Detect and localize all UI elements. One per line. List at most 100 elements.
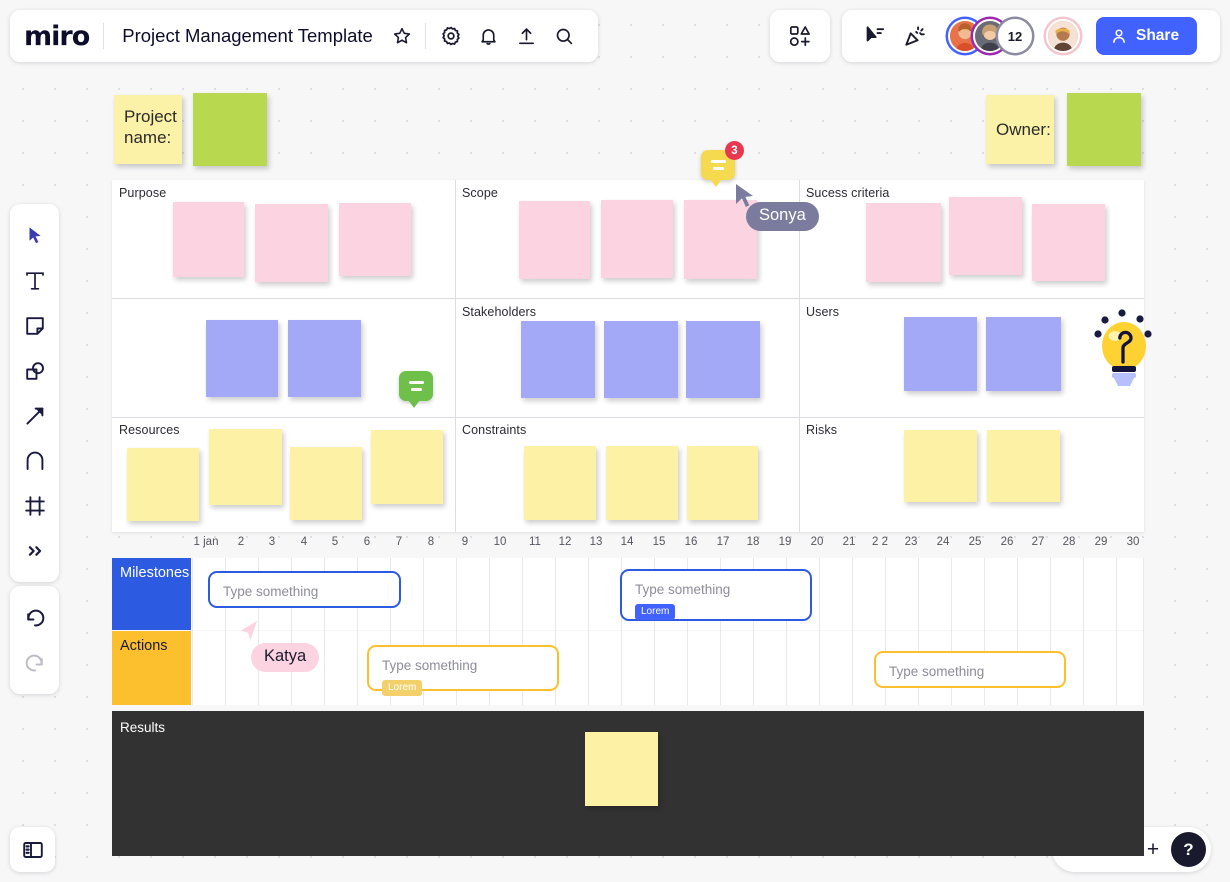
comment-line bbox=[410, 388, 422, 391]
sticky-owner-value[interactable] bbox=[1067, 93, 1141, 166]
more-tools[interactable] bbox=[14, 528, 55, 573]
row-label-text: Actions bbox=[120, 638, 168, 654]
pen-tool[interactable] bbox=[14, 438, 55, 483]
upload-icon[interactable] bbox=[508, 17, 546, 55]
sticky-note[interactable] bbox=[521, 321, 595, 398]
comment-pin-green[interactable] bbox=[399, 371, 433, 408]
divider bbox=[799, 180, 800, 298]
sticky-note[interactable] bbox=[1032, 204, 1105, 281]
cursor-label-katya: Katya bbox=[251, 643, 320, 672]
divider bbox=[112, 298, 1144, 299]
text-tool[interactable] bbox=[14, 258, 55, 303]
avatar-self[interactable] bbox=[1046, 19, 1080, 53]
shapes-tool[interactable] bbox=[14, 348, 55, 393]
divider bbox=[455, 418, 456, 532]
comment-line bbox=[710, 160, 726, 163]
card-placeholder[interactable]: Type something bbox=[382, 658, 544, 673]
cell-label-resources: Resources bbox=[119, 423, 180, 437]
sticky-note[interactable] bbox=[987, 430, 1060, 502]
sticky-note[interactable] bbox=[255, 204, 328, 282]
sticky-note[interactable] bbox=[127, 448, 199, 521]
divider bbox=[799, 418, 800, 532]
comment-line bbox=[712, 167, 724, 170]
apps-panel[interactable] bbox=[770, 10, 830, 62]
lightbulb-sticker[interactable] bbox=[1092, 308, 1160, 395]
card-tag[interactable]: Lorem bbox=[382, 680, 423, 696]
timeline-tick: 10 bbox=[493, 536, 507, 548]
sticky-project-name-value[interactable] bbox=[193, 93, 267, 166]
sticky-owner[interactable]: Owner: bbox=[986, 95, 1054, 164]
sticky-note[interactable] bbox=[604, 321, 678, 398]
party-popper-icon[interactable] bbox=[896, 17, 934, 55]
timeline-row-label-milestones[interactable]: Milestones bbox=[112, 558, 191, 630]
apps-icon[interactable] bbox=[781, 17, 819, 55]
cursor-present-icon[interactable] bbox=[856, 17, 894, 55]
select-tool[interactable] bbox=[14, 213, 55, 258]
share-label: Share bbox=[1136, 27, 1180, 44]
sticky-note[interactable] bbox=[209, 429, 282, 505]
comment-line bbox=[408, 381, 424, 384]
share-button[interactable]: Share bbox=[1096, 17, 1198, 55]
miro-logo[interactable]: miro bbox=[24, 23, 103, 50]
card-placeholder[interactable]: Type something bbox=[889, 664, 984, 679]
star-icon[interactable] bbox=[383, 17, 421, 55]
comment-count-badge: 3 bbox=[725, 141, 744, 160]
collaborator-count[interactable]: 12 bbox=[998, 19, 1032, 53]
sticky-project-name[interactable]: Project name: bbox=[114, 95, 182, 164]
divider bbox=[112, 417, 1144, 418]
sticky-note[interactable] bbox=[687, 446, 758, 520]
sticky-note[interactable] bbox=[866, 203, 941, 282]
divider bbox=[455, 299, 456, 417]
timeline-tick: 30 bbox=[1126, 536, 1140, 548]
sticky-note[interactable] bbox=[173, 202, 244, 277]
help-button[interactable]: ? bbox=[1171, 832, 1206, 867]
search-icon[interactable] bbox=[546, 17, 584, 55]
sticky-note[interactable] bbox=[606, 446, 678, 520]
cell-label-success-criteria: Sucess criteria bbox=[806, 186, 890, 200]
timeline-row-label-actions[interactable]: Actions bbox=[112, 631, 191, 705]
milestone-card-2[interactable]: Type something Lorem bbox=[620, 569, 812, 621]
sticky-note[interactable] bbox=[290, 447, 362, 520]
gear-icon[interactable] bbox=[432, 17, 470, 55]
undo-button[interactable] bbox=[14, 595, 55, 640]
sticky-note[interactable] bbox=[686, 321, 760, 398]
card-tag[interactable]: Lorem bbox=[635, 604, 676, 620]
sticky-note[interactable] bbox=[585, 732, 658, 806]
sticky-text: Owner: bbox=[996, 120, 1051, 139]
action-card-1[interactable]: Type something Lorem bbox=[367, 645, 559, 696]
divider bbox=[799, 299, 800, 417]
panel-toggle-button[interactable] bbox=[10, 827, 55, 872]
row-label-text: Milestones bbox=[120, 565, 190, 581]
sticky-note[interactable] bbox=[904, 317, 977, 391]
sticky-note[interactable] bbox=[288, 320, 361, 397]
sticky-note[interactable] bbox=[949, 197, 1022, 275]
board-title[interactable]: Project Management Template bbox=[104, 25, 383, 47]
milestone-card-1[interactable]: Type something bbox=[208, 571, 401, 608]
sticky-note[interactable] bbox=[524, 446, 596, 520]
connector-tool[interactable] bbox=[14, 393, 55, 438]
card-placeholder[interactable]: Type something bbox=[223, 584, 318, 599]
sticky-note[interactable] bbox=[371, 430, 443, 504]
divider bbox=[455, 180, 456, 298]
sticky-note[interactable] bbox=[904, 430, 977, 502]
redo-button[interactable] bbox=[14, 640, 55, 685]
sticky-note-tool[interactable] bbox=[14, 303, 55, 348]
sticky-note[interactable] bbox=[339, 203, 411, 276]
divider bbox=[424, 23, 426, 49]
top-bar-left: miro Project Management Template bbox=[10, 10, 598, 62]
frame-tool[interactable] bbox=[14, 483, 55, 528]
collaborator-avatars[interactable]: 12 bbox=[948, 19, 1080, 53]
results-frame-label: Results bbox=[120, 720, 166, 735]
zoom-in-button[interactable]: + bbox=[1142, 839, 1164, 860]
cell-label-risks: Risks bbox=[806, 423, 838, 437]
comment-pin-yellow[interactable]: 3 bbox=[701, 141, 744, 187]
sticky-note[interactable] bbox=[206, 320, 278, 397]
history-toolbar bbox=[10, 586, 59, 694]
timeline-tick: 9 bbox=[461, 536, 469, 548]
card-placeholder[interactable]: Type something bbox=[635, 582, 797, 597]
action-card-2[interactable]: Type something bbox=[874, 651, 1066, 688]
sticky-note[interactable] bbox=[986, 317, 1061, 391]
sticky-note[interactable] bbox=[519, 201, 590, 279]
sticky-note[interactable] bbox=[601, 200, 673, 278]
bell-icon[interactable] bbox=[470, 17, 508, 55]
